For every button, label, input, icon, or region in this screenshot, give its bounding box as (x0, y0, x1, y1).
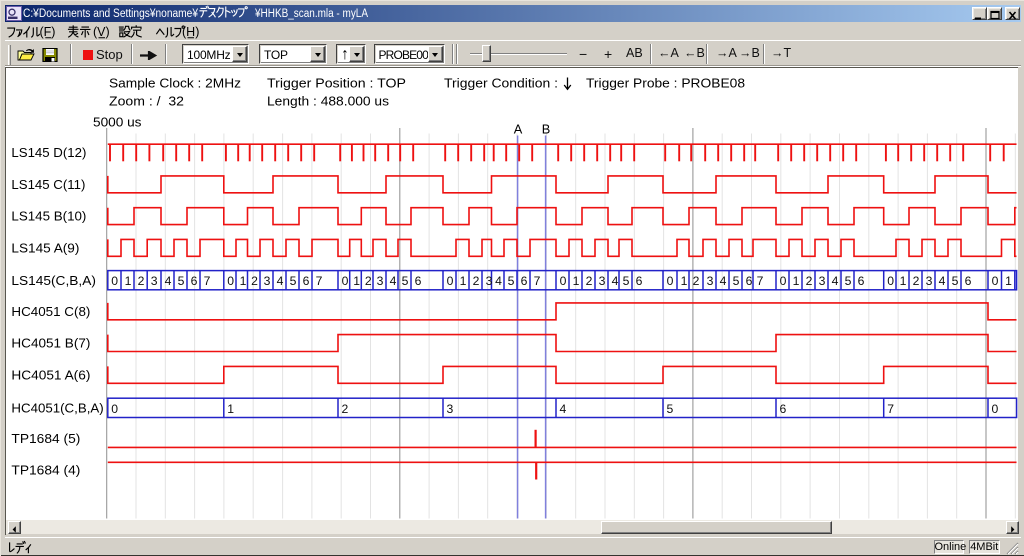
svg-text:C:¥Documents and Settings¥nona: C:¥Documents and Settings¥noname¥ (23, 8, 199, 20)
svg-text:5: 5 (667, 402, 674, 416)
svg-text:1: 1 (460, 274, 467, 288)
svg-text:2: 2 (913, 274, 920, 288)
svg-text:HC4051 C(8): HC4051 C(8) (11, 304, 90, 319)
svg-text:1: 1 (793, 274, 800, 288)
svg-text:Zoom : / 32: Zoom : / 32 (109, 94, 184, 109)
svg-text:(V): (V) (93, 25, 110, 39)
svg-text:TP1684 (4): TP1684 (4) (11, 463, 80, 478)
svg-text:HC4051 A(6): HC4051 A(6) (11, 367, 90, 382)
svg-text:1: 1 (681, 274, 688, 288)
svg-text:3: 3 (447, 402, 454, 416)
svg-text:4: 4 (720, 274, 727, 288)
svg-text:4: 4 (390, 274, 397, 288)
svg-text:6: 6 (191, 274, 198, 288)
svg-text:4: 4 (612, 274, 619, 288)
svg-text:1: 1 (125, 274, 132, 288)
svg-text:2: 2 (251, 274, 258, 288)
svg-text:6: 6 (746, 274, 753, 288)
svg-text:LS145 B(10): LS145 B(10) (11, 209, 86, 224)
svg-text:3: 3 (926, 274, 933, 288)
svg-text:3: 3 (707, 274, 714, 288)
svg-text:0: 0 (992, 402, 999, 416)
svg-text:1: 1 (900, 274, 907, 288)
svg-text:HC4051(C,B,A): HC4051(C,B,A) (11, 401, 103, 416)
svg-text:2: 2 (473, 274, 480, 288)
svg-text:1: 1 (573, 274, 580, 288)
svg-text:5: 5 (845, 274, 852, 288)
svg-text:0: 0 (111, 402, 118, 416)
svg-text:2: 2 (693, 274, 700, 288)
svg-text:6: 6 (521, 274, 528, 288)
svg-text:0: 0 (992, 274, 999, 288)
svg-text:0: 0 (227, 274, 234, 288)
svg-text:3: 3 (151, 274, 158, 288)
svg-text:LS145 D(12): LS145 D(12) (11, 145, 86, 160)
svg-text:3: 3 (486, 274, 493, 288)
svg-text:7: 7 (534, 274, 541, 288)
svg-text:5: 5 (290, 274, 297, 288)
svg-text:5: 5 (402, 274, 409, 288)
svg-text:7: 7 (887, 402, 894, 416)
svg-text:6: 6 (858, 274, 865, 288)
svg-text:2: 2 (138, 274, 145, 288)
svg-text:0: 0 (447, 274, 454, 288)
svg-text:2: 2 (365, 274, 372, 288)
svg-text:3: 3 (264, 274, 271, 288)
svg-text:3: 3 (377, 274, 384, 288)
svg-text:1: 1 (240, 274, 247, 288)
svg-text:0: 0 (560, 274, 567, 288)
svg-text:3: 3 (599, 274, 606, 288)
svg-text:2: 2 (806, 274, 813, 288)
svg-text:Sample Clock : 2MHz: Sample Clock : 2MHz (109, 76, 241, 91)
svg-text:(H): (H) (182, 25, 199, 39)
svg-text:LS145 C(11): LS145 C(11) (11, 177, 85, 192)
svg-text:7: 7 (204, 274, 211, 288)
svg-text:Trigger Position : TOP: Trigger Position : TOP (267, 76, 406, 91)
svg-text:1: 1 (1005, 274, 1012, 288)
svg-text:5000 us: 5000 us (93, 115, 142, 130)
svg-text:4: 4 (165, 274, 172, 288)
svg-text:4: 4 (277, 274, 284, 288)
svg-text:LS145(C,B,A): LS145(C,B,A) (11, 273, 96, 288)
svg-text:HC4051 B(7): HC4051 B(7) (11, 336, 90, 351)
svg-text:2: 2 (342, 402, 349, 416)
svg-text:A: A (514, 122, 523, 137)
svg-text:0: 0 (780, 274, 787, 288)
svg-text:Length : 488.000 us: Length : 488.000 us (267, 94, 389, 109)
svg-text:4: 4 (560, 402, 567, 416)
svg-text:1: 1 (227, 402, 234, 416)
svg-text:5: 5 (508, 274, 515, 288)
svg-text:6: 6 (636, 274, 643, 288)
svg-text:5: 5 (952, 274, 959, 288)
svg-text:0: 0 (342, 274, 349, 288)
svg-text:5: 5 (178, 274, 185, 288)
svg-text:7: 7 (316, 274, 323, 288)
svg-text:¥HHKB_scan.mla - myLA: ¥HHKB_scan.mla - myLA (254, 8, 368, 20)
svg-text:2: 2 (586, 274, 593, 288)
svg-text:3: 3 (819, 274, 826, 288)
svg-text:Trigger Probe : PROBE08: Trigger Probe : PROBE08 (586, 76, 745, 91)
svg-text:4: 4 (495, 274, 502, 288)
svg-text:(F): (F) (40, 25, 56, 39)
svg-text:LS145 A(9): LS145 A(9) (11, 240, 79, 255)
svg-text:6: 6 (415, 274, 422, 288)
svg-text:4: 4 (939, 274, 946, 288)
svg-text:6: 6 (965, 274, 972, 288)
svg-text:0: 0 (667, 274, 674, 288)
svg-text:5: 5 (623, 274, 630, 288)
svg-text:5: 5 (733, 274, 740, 288)
svg-text:0: 0 (111, 274, 118, 288)
svg-text:0: 0 (887, 274, 894, 288)
svg-text:4: 4 (832, 274, 839, 288)
svg-text:7: 7 (757, 274, 764, 288)
svg-text:Trigger Condition :: Trigger Condition : (444, 76, 558, 91)
svg-text:TP1684 (5): TP1684 (5) (11, 431, 80, 446)
svg-text:6: 6 (780, 402, 787, 416)
svg-text:6: 6 (303, 274, 310, 288)
svg-text:1: 1 (353, 274, 360, 288)
